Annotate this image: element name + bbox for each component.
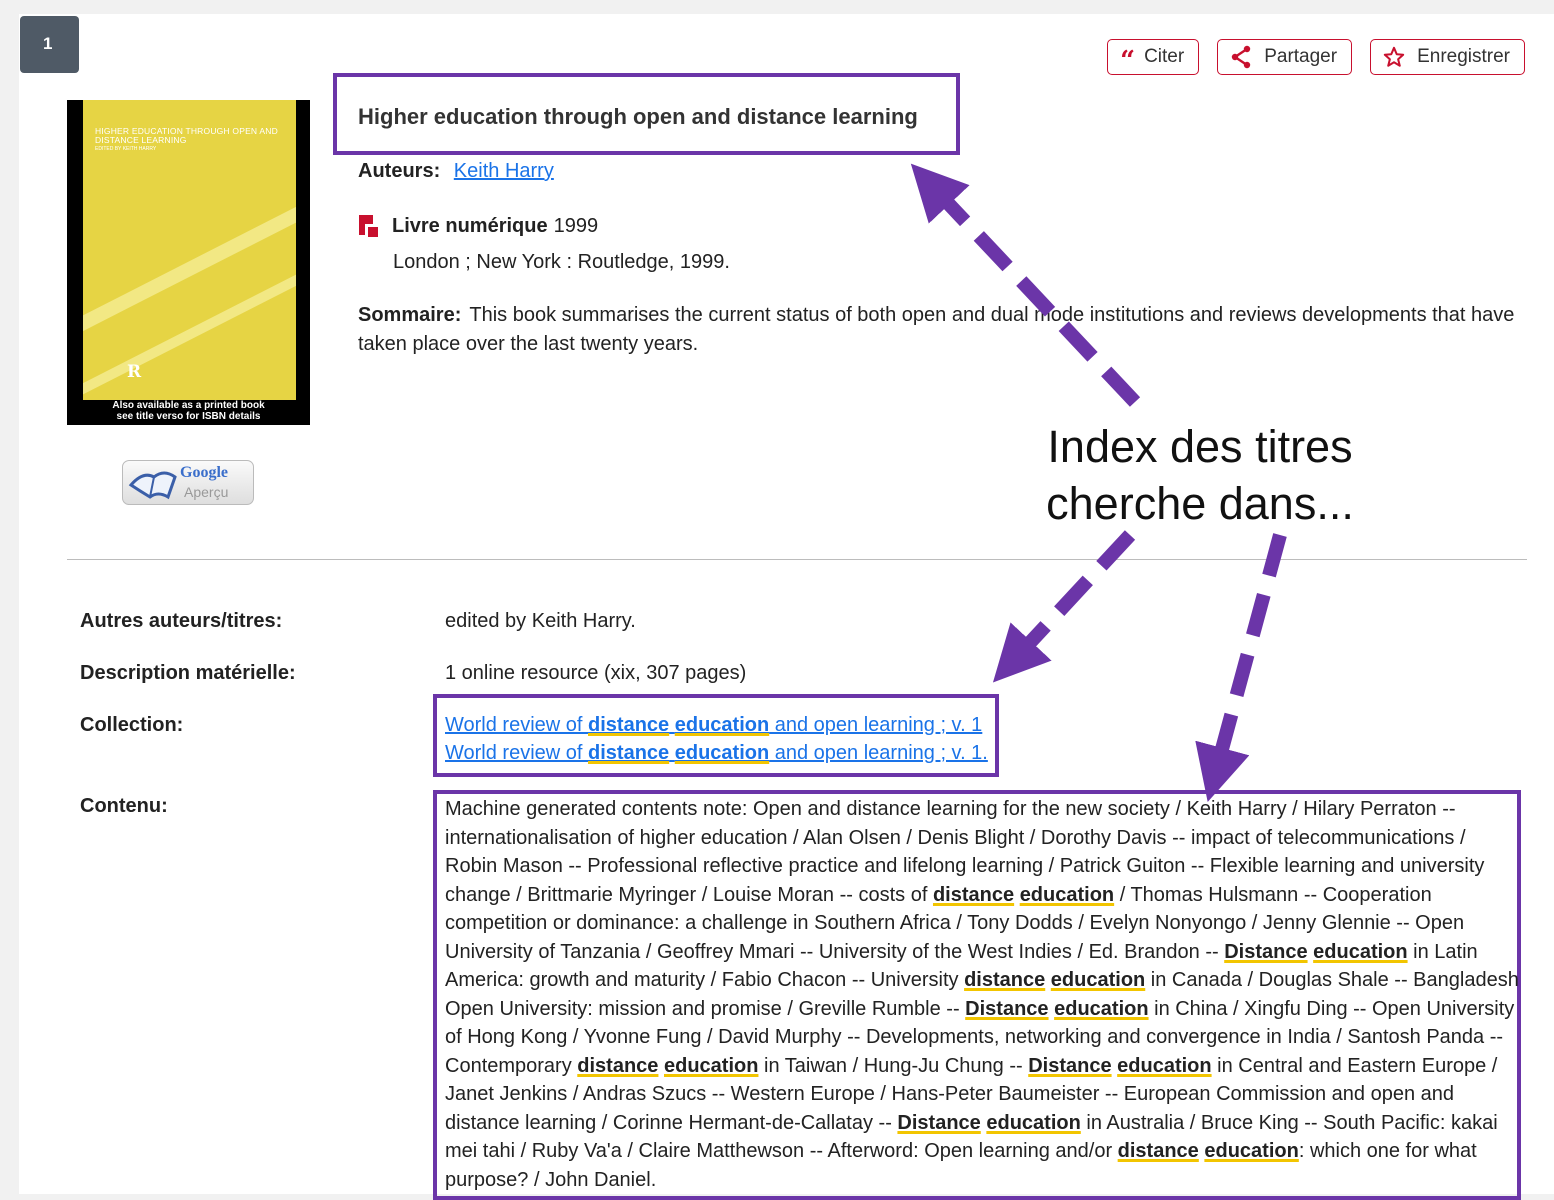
quote-icon: “ [1120, 46, 1135, 76]
cover-art: HIGHER EDUCATION THROUGH OPEN AND DISTAN… [83, 100, 296, 400]
ebook-icon [358, 214, 380, 238]
save-button[interactable]: Enregistrer [1370, 39, 1525, 75]
highlighted-term: education [1050, 969, 1146, 991]
cover-band [83, 178, 296, 336]
share-icon [1230, 45, 1252, 69]
publisher-logo: R [127, 362, 142, 382]
format-line: Livre numérique 1999 [358, 214, 598, 238]
annotation-text: Index des titres cherche dans... [1030, 418, 1370, 532]
highlighted-term: education [1313, 940, 1408, 963]
google-preview-word: Google [180, 464, 228, 481]
section-divider [67, 559, 1527, 560]
google-preview-sub: Aperçu [184, 484, 229, 500]
annotation-line2: cherche dans... [1046, 478, 1354, 529]
cover-note-line1: Also available as a printed book [112, 400, 265, 411]
highlighted-term: Distance [965, 997, 1049, 1020]
contents-label: Contenu: [80, 795, 168, 817]
format-year: 1999 [553, 214, 599, 237]
highlighted-term: distance [577, 1054, 659, 1077]
contents-text: Machine generated contents note: Open an… [445, 798, 1519, 1191]
cite-button-label: Citer [1144, 46, 1185, 67]
collection-link[interactable]: World review of distance education and o… [445, 714, 982, 737]
other-authors-label: Autres auteurs/titres: [80, 610, 283, 632]
collection-label: Collection: [80, 714, 184, 736]
cover-note: Also available as a printed book see tit… [67, 400, 310, 422]
result-number-badge: 1 [20, 16, 79, 73]
highlighted-term: education [986, 1111, 1081, 1134]
summary-label: Sommaire: [358, 304, 462, 326]
highlighted-term: distance [932, 883, 1015, 906]
highlighted-term: Distance [897, 1111, 981, 1134]
star-icon [1383, 46, 1405, 68]
author-link[interactable]: Keith Harry [454, 160, 554, 182]
physical-description-value: 1 online resource (xix, 307 pages) [445, 662, 747, 684]
google-preview-button[interactable]: Google Aperçu [122, 460, 254, 505]
record-actions: “ Citer Partager Enregistrer [1107, 39, 1525, 75]
save-button-label: Enregistrer [1417, 46, 1510, 67]
annotation-line1: Index des titres [1047, 421, 1353, 472]
summary: Sommaire: This book summarises the curren… [358, 301, 1528, 359]
publication-info: London ; New York : Routledge, 1999. [393, 251, 730, 273]
highlighted-term: education [664, 1054, 759, 1077]
share-button-label: Partager [1264, 46, 1338, 67]
cover-editor: EDITED BY KEITH HARRY [95, 146, 157, 152]
physical-description-label: Description matérielle: [80, 662, 296, 684]
highlighted-term: Distance [1224, 940, 1308, 963]
cover-title: HIGHER EDUCATION THROUGH OPEN AND DISTAN… [95, 126, 278, 145]
cover-note-line2: see title verso for ISBN details [116, 411, 261, 422]
other-authors-value: edited by Keith Harry. [445, 610, 636, 632]
collection-link[interactable]: World review of distance education and o… [445, 742, 988, 765]
book-cover[interactable]: HIGHER EDUCATION THROUGH OPEN AND DISTAN… [67, 100, 310, 425]
record-title[interactable]: Higher education through open and distan… [358, 104, 918, 130]
format-type: Livre numérique [392, 214, 548, 237]
authors-label: Auteurs: [358, 160, 441, 182]
open-book-icon [128, 471, 177, 500]
highlighted-term: education [1019, 883, 1115, 906]
highlighted-term: education [1054, 997, 1149, 1020]
highlighted-term: education [1117, 1054, 1212, 1077]
authors-line: Auteurs: Keith Harry [358, 160, 554, 183]
share-button[interactable]: Partager [1217, 39, 1353, 75]
highlighted-term: distance [964, 969, 1046, 991]
highlighted-term: Distance [1028, 1054, 1112, 1077]
summary-text: This book summarises the current status … [358, 304, 1515, 355]
highlighted-term: distance [1117, 1140, 1199, 1162]
highlighted-term: education [1204, 1140, 1299, 1162]
cite-button[interactable]: “ Citer [1107, 39, 1200, 76]
